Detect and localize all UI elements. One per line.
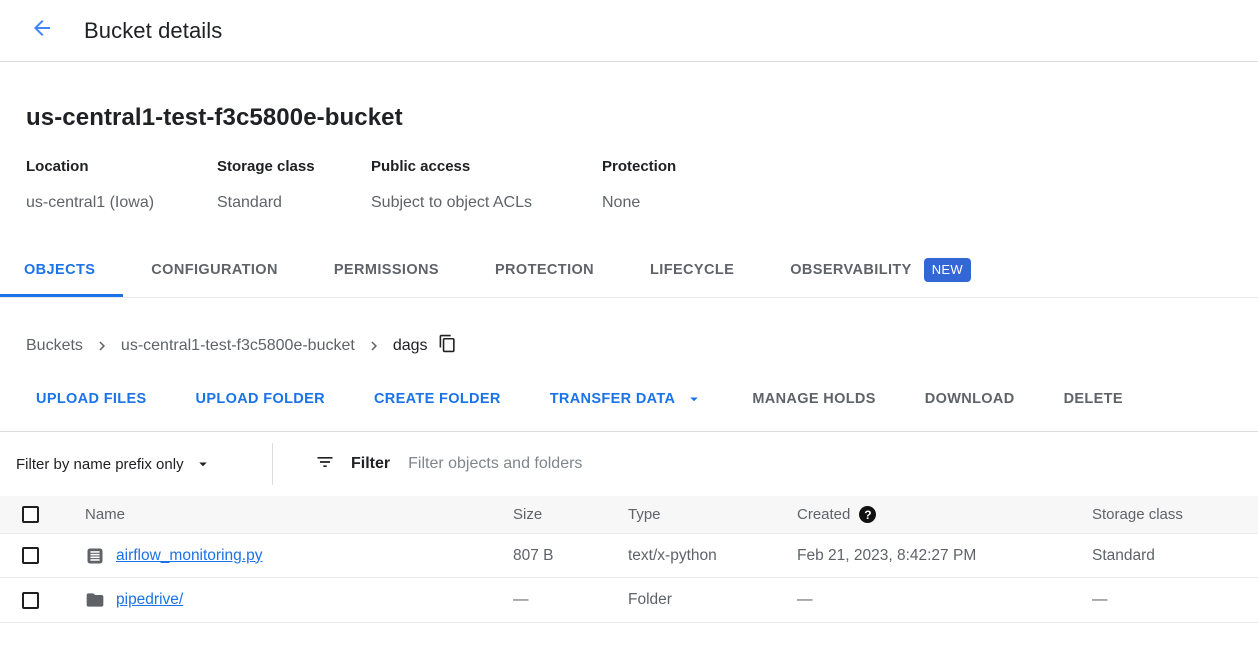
row-checkbox-cell: [0, 592, 58, 609]
action-label: CREATE FOLDER: [374, 391, 501, 407]
tab-label: OBSERVABILITY: [790, 262, 911, 278]
tab-permissions[interactable]: PERMISSIONS: [306, 246, 467, 297]
tab-configuration[interactable]: CONFIGURATION: [123, 246, 306, 297]
new-badge: NEW: [924, 258, 971, 282]
arrow-back-icon: [30, 16, 54, 45]
chevron-right-icon: [93, 337, 111, 355]
breadcrumb: Buckets us-central1-test-f3c5800e-bucket…: [0, 334, 1258, 358]
object-link[interactable]: pipedrive/: [116, 591, 183, 609]
tab-label: OBJECTS: [24, 262, 95, 278]
meta-public-access: Public access Subject to object ACLs: [371, 158, 602, 212]
arrow-drop-down-icon: [194, 455, 212, 473]
action-label: UPLOAD FOLDER: [196, 391, 325, 407]
file-icon: [85, 546, 105, 566]
meta-label: Public access: [371, 158, 602, 175]
column-header-storage-class[interactable]: Storage class: [1092, 506, 1258, 523]
type-cell: Folder: [628, 591, 797, 609]
filter-bar: Filter by name prefix only Filter: [0, 431, 1258, 496]
copy-path-button[interactable]: [438, 334, 457, 358]
size-cell: —: [513, 591, 628, 609]
row-checkbox[interactable]: [22, 592, 39, 609]
object-name-cell: pipedrive/: [58, 590, 513, 610]
meta-value: Subject to object ACLs: [371, 194, 602, 212]
select-all-checkbox[interactable]: [22, 506, 39, 523]
column-header-size[interactable]: Size: [513, 506, 628, 523]
copy-icon: [438, 334, 457, 358]
breadcrumb-buckets[interactable]: Buckets: [26, 337, 83, 355]
folder-icon: [85, 590, 105, 610]
tab-lifecycle[interactable]: LIFECYCLE: [622, 246, 762, 297]
created-cell: —: [797, 591, 1092, 609]
meta-label: Storage class: [217, 158, 371, 175]
row-checkbox-cell: [0, 547, 58, 564]
meta-storage-class: Storage class Standard: [217, 158, 371, 212]
upload-files-button[interactable]: UPLOAD FILES: [36, 391, 147, 407]
meta-value: us-central1 (Iowa): [26, 194, 217, 212]
filter-input-group: Filter: [273, 452, 1258, 477]
filter-scope-dropdown[interactable]: Filter by name prefix only: [0, 455, 272, 473]
size-cell: 807 B: [513, 547, 628, 565]
tab-label: PROTECTION: [495, 262, 594, 278]
created-cell: Feb 21, 2023, 8:42:27 PM: [797, 547, 1092, 565]
storage-class-cell: —: [1092, 591, 1258, 609]
tab-label: PERMISSIONS: [334, 262, 439, 278]
action-label: DOWNLOAD: [925, 391, 1015, 407]
create-folder-button[interactable]: CREATE FOLDER: [374, 391, 501, 407]
column-header-type[interactable]: Type: [628, 506, 797, 523]
row-checkbox[interactable]: [22, 547, 39, 564]
header-checkbox-cell: [0, 506, 58, 523]
meta-label: Protection: [602, 158, 1232, 175]
column-header-created[interactable]: Created ?: [797, 506, 1092, 523]
back-button[interactable]: [22, 11, 62, 51]
filter-scope-label: Filter by name prefix only: [16, 456, 184, 473]
meta-label: Location: [26, 158, 217, 175]
arrow-drop-down-icon: [685, 390, 703, 408]
page-title: Bucket details: [84, 18, 222, 44]
top-app-bar: Bucket details: [0, 0, 1258, 62]
object-action-bar: UPLOAD FILES UPLOAD FOLDER CREATE FOLDER…: [0, 382, 1258, 416]
filter-label: Filter: [351, 455, 390, 473]
column-header-name[interactable]: Name: [58, 506, 513, 523]
table-row: pipedrive/ — Folder — —: [0, 578, 1258, 623]
transfer-data-button[interactable]: TRANSFER DATA: [550, 390, 704, 408]
bucket-meta: Location us-central1 (Iowa) Storage clas…: [26, 158, 1232, 212]
tab-protection[interactable]: PROTECTION: [467, 246, 622, 297]
meta-location: Location us-central1 (Iowa): [26, 158, 217, 212]
table-header: Name Size Type Created ? Storage class: [0, 496, 1258, 533]
action-label: MANAGE HOLDS: [752, 391, 875, 407]
action-label: UPLOAD FILES: [36, 391, 147, 407]
bucket-summary: us-central1-test-f3c5800e-bucket Locatio…: [0, 104, 1258, 212]
filter-list-icon: [315, 452, 335, 477]
chevron-right-icon: [365, 337, 383, 355]
type-cell: text/x-python: [628, 547, 797, 565]
tab-label: CONFIGURATION: [151, 262, 278, 278]
table-row: airflow_monitoring.py 807 B text/x-pytho…: [0, 533, 1258, 578]
breadcrumb-current-folder: dags: [393, 337, 428, 355]
column-header-label: Created: [797, 506, 850, 523]
filter-objects-input[interactable]: [408, 455, 1258, 473]
upload-folder-button[interactable]: UPLOAD FOLDER: [196, 391, 325, 407]
delete-button[interactable]: DELETE: [1064, 391, 1123, 407]
meta-protection: Protection None: [602, 158, 1232, 212]
tab-bar: OBJECTS CONFIGURATION PERMISSIONS PROTEC…: [0, 246, 1258, 298]
breadcrumb-bucket-name[interactable]: us-central1-test-f3c5800e-bucket: [121, 337, 355, 355]
bucket-name: us-central1-test-f3c5800e-bucket: [26, 104, 1232, 132]
download-button[interactable]: DOWNLOAD: [925, 391, 1015, 407]
help-icon[interactable]: ?: [859, 506, 876, 523]
meta-value: Standard: [217, 194, 371, 212]
meta-value: None: [602, 194, 1232, 212]
object-link[interactable]: airflow_monitoring.py: [116, 547, 262, 565]
storage-class-cell: Standard: [1092, 547, 1258, 565]
object-name-cell: airflow_monitoring.py: [58, 546, 513, 566]
tab-objects[interactable]: OBJECTS: [0, 246, 123, 297]
tab-observability[interactable]: OBSERVABILITY NEW: [762, 246, 999, 297]
manage-holds-button[interactable]: MANAGE HOLDS: [752, 391, 875, 407]
tab-label: LIFECYCLE: [650, 262, 734, 278]
action-label: DELETE: [1064, 391, 1123, 407]
action-label: TRANSFER DATA: [550, 391, 676, 407]
